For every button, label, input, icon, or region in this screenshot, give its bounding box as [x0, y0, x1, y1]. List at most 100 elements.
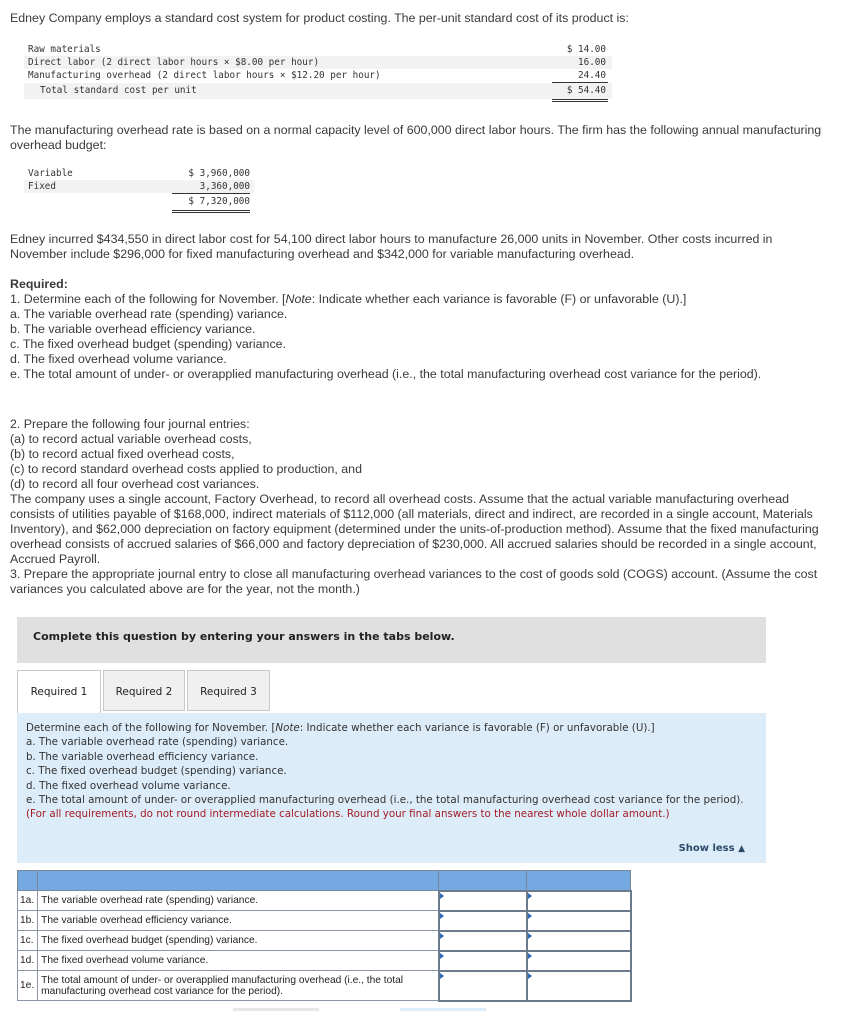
dropdown-marker-icon	[527, 972, 532, 979]
fu-cell	[525, 949, 632, 972]
favorable-unfavorable-select[interactable]	[527, 911, 630, 930]
amount-cell	[437, 949, 528, 972]
show-less-label: Show less	[678, 843, 735, 854]
budget-label: Fixed	[28, 181, 56, 192]
panel-item: d. The fixed overhead volume variance.	[26, 779, 231, 792]
triangle-up-icon: ▲	[738, 844, 745, 854]
panel-instruction: Determine each of the following for Nove…	[26, 721, 761, 735]
q1-item: e. The total amount of under- or overapp…	[10, 367, 762, 381]
cost-value: 16.00	[578, 57, 606, 68]
cost-row: Raw materials $ 14.00	[24, 43, 612, 56]
dropdown-marker-icon	[527, 952, 532, 959]
fu-cell	[525, 929, 632, 952]
q2-paragraph: The company uses a single account, Facto…	[10, 492, 819, 566]
budget-total-row: $ 7,320,000	[24, 194, 254, 213]
tab-required-1[interactable]: Required 1	[17, 670, 101, 714]
panel-item: a. The variable overhead rate (spending)…	[26, 736, 289, 749]
row-id: 1b.	[16, 910, 39, 931]
cost-total-label: Total standard cost per unit	[40, 85, 197, 96]
panel-instruction-text: Determine each of the following for Nove…	[26, 722, 276, 734]
q1-item: a. The variable overhead rate (spending)…	[10, 307, 288, 321]
cost-label: Direct labor (2 direct labor hours × $8.…	[28, 57, 320, 68]
standard-cost-table: Raw materials $ 14.00 Direct labor (2 di…	[24, 43, 612, 102]
total-double-underline	[552, 99, 608, 102]
tab-required-3[interactable]: Required 3	[187, 670, 270, 711]
q1-text-cont: : Indicate whether each variance is favo…	[311, 292, 687, 306]
answer-table-header	[16, 870, 632, 891]
incurred-costs-text: Edney incurred $434,550 in direct labor …	[10, 232, 773, 261]
table-row: 1b. The variable overhead efficiency var…	[16, 909, 632, 932]
input-marker-icon	[439, 972, 444, 979]
amount-input[interactable]	[439, 891, 526, 910]
row-id: 1e.	[16, 970, 39, 1001]
favorable-unfavorable-select[interactable]	[527, 951, 630, 970]
row-id: 1d.	[16, 950, 39, 971]
cost-value: $ 14.00	[566, 44, 606, 55]
overhead-budget-table: Variable $ 3,960,000 Fixed 3,360,000 $ 7…	[24, 167, 254, 213]
question-panel: Determine each of the following for Nove…	[17, 713, 766, 863]
q1-text: 1. Determine each of the following for N…	[10, 292, 286, 306]
question-1: 1. Determine each of the following for N…	[10, 292, 840, 307]
instruction-bar: Complete this question by entering your …	[17, 617, 766, 663]
cost-label: Manufacturing overhead (2 direct labor h…	[28, 70, 381, 81]
required-heading: Required:	[10, 277, 68, 291]
amount-input[interactable]	[439, 951, 526, 970]
q2-line: (c) to record standard overhead costs ap…	[10, 462, 362, 476]
panel-instruction-cont: : Indicate whether each variance is favo…	[299, 722, 655, 734]
question-2: 2. Prepare the following four journal en…	[10, 417, 825, 597]
show-less-link[interactable]: Show less ▲	[679, 843, 745, 854]
fu-cell	[525, 969, 632, 1002]
input-marker-icon	[439, 952, 444, 959]
q1-item: c. The fixed overhead budget (spending) …	[10, 337, 286, 351]
amount-cell	[437, 969, 528, 1002]
header-cell-id	[16, 870, 39, 891]
fu-cell	[525, 909, 632, 932]
amount-input[interactable]	[439, 931, 526, 950]
cost-label: Raw materials	[28, 44, 101, 55]
row-description: The variable overhead rate (spending) va…	[37, 890, 440, 911]
total-double-underline	[172, 210, 250, 213]
dropdown-marker-icon	[527, 892, 532, 899]
q2-line: (b) to record actual fixed overhead cost…	[10, 447, 235, 461]
table-row: 1a. The variable overhead rate (spending…	[16, 889, 632, 912]
row-description: The fixed overhead volume variance.	[37, 950, 440, 971]
panel-text: Determine each of the following for Nove…	[26, 721, 761, 822]
panel-note: Note	[275, 722, 300, 734]
favorable-unfavorable-select[interactable]	[527, 971, 630, 1000]
q1-note: Note	[285, 292, 312, 306]
rounding-note: (For all requirements, do not round inte…	[26, 808, 670, 821]
budget-value: $ 3,960,000	[188, 168, 250, 179]
q2-line: (d) to record all four overhead cost var…	[10, 477, 260, 491]
header-cell-description	[37, 870, 440, 891]
row-id: 1c.	[16, 930, 39, 951]
amount-cell	[437, 909, 528, 932]
favorable-unfavorable-select[interactable]	[527, 931, 630, 950]
dropdown-marker-icon	[527, 912, 532, 919]
favorable-unfavorable-select[interactable]	[527, 891, 630, 910]
answer-table: 1a. The variable overhead rate (spending…	[16, 870, 632, 1002]
table-row: 1c. The fixed overhead budget (spending)…	[16, 929, 632, 952]
budget-row: Variable $ 3,960,000	[24, 167, 254, 180]
input-marker-icon	[439, 892, 444, 899]
cost-value: 24.40	[578, 70, 606, 81]
tab-required-2[interactable]: Required 2	[103, 670, 185, 711]
q1-item: d. The fixed overhead volume variance.	[10, 352, 227, 366]
amount-input[interactable]	[439, 911, 526, 930]
cost-total-row: Total standard cost per unit $ 54.40	[24, 83, 612, 102]
input-marker-icon	[439, 912, 444, 919]
header-cell-favorable-unfavorable	[526, 870, 632, 891]
cost-row: Direct labor (2 direct labor hours × $8.…	[24, 56, 612, 69]
row-id: 1a.	[16, 890, 39, 911]
budget-row: Fixed 3,360,000	[24, 180, 254, 194]
amount-input[interactable]	[439, 971, 526, 1000]
panel-item: c. The fixed overhead budget (spending) …	[26, 765, 287, 778]
budget-total-value: $ 7,320,000	[188, 196, 250, 207]
row-description: The variable overhead efficiency varianc…	[37, 910, 440, 931]
amount-cell	[437, 889, 528, 912]
q2-line: 2. Prepare the following four journal en…	[10, 417, 250, 431]
overhead-intro-text: The manufacturing overhead rate is based…	[10, 123, 822, 152]
row-description: The fixed overhead budget (spending) var…	[37, 930, 440, 951]
question-3: 3. Prepare the appropriate journal entry…	[10, 567, 818, 596]
cost-row: Manufacturing overhead (2 direct labor h…	[24, 69, 612, 83]
intro-text: Edney Company employs a standard cost sy…	[10, 11, 629, 25]
